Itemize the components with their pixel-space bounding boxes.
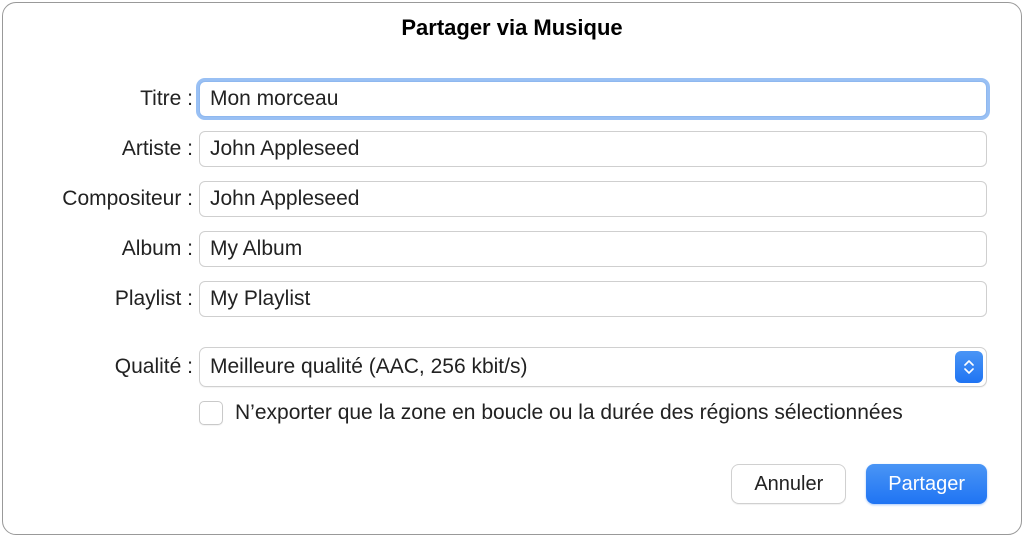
row-quality: Qualité : Meilleure qualité (AAC, 256 kb… (37, 347, 987, 387)
export-loop-checkbox[interactable] (199, 401, 223, 425)
dialog-footer: Annuler Partager (3, 464, 1021, 534)
dialog-title: Partager via Musique (3, 3, 1021, 57)
dialog-content: Titre : Artiste : Compositeur : Album : (3, 57, 1021, 464)
field-title-wrapper (199, 81, 987, 117)
composer-input[interactable] (199, 181, 987, 217)
row-title: Titre : (37, 81, 987, 117)
share-button[interactable]: Partager (866, 464, 987, 504)
label-composer: Compositeur : (37, 187, 199, 211)
label-artist: Artiste : (37, 137, 199, 161)
row-playlist: Playlist : (37, 281, 987, 317)
label-title: Titre : (37, 87, 199, 111)
export-loop-label: N’exporter que la zone en boucle ou la d… (235, 401, 903, 425)
playlist-input[interactable] (199, 281, 987, 317)
label-playlist: Playlist : (37, 287, 199, 311)
field-composer-wrapper (199, 181, 987, 217)
field-artist-wrapper (199, 131, 987, 167)
label-quality: Qualité : (37, 355, 199, 379)
artist-input[interactable] (199, 131, 987, 167)
quality-select[interactable]: Meilleure qualité (AAC, 256 kbit/s) (199, 347, 987, 387)
row-export-loop-only: N’exporter que la zone en boucle ou la d… (199, 401, 987, 425)
quality-select-value: Meilleure qualité (AAC, 256 kbit/s) (199, 347, 987, 387)
title-input[interactable] (199, 81, 987, 117)
row-artist: Artiste : (37, 131, 987, 167)
album-input[interactable] (199, 231, 987, 267)
field-quality-wrapper: Meilleure qualité (AAC, 256 kbit/s) (199, 347, 987, 387)
field-album-wrapper (199, 231, 987, 267)
row-album: Album : (37, 231, 987, 267)
updown-icon (955, 351, 983, 383)
label-album: Album : (37, 237, 199, 261)
cancel-button[interactable]: Annuler (731, 464, 846, 504)
row-composer: Compositeur : (37, 181, 987, 217)
share-via-music-dialog: Partager via Musique Titre : Artiste : C… (2, 2, 1022, 535)
field-playlist-wrapper (199, 281, 987, 317)
